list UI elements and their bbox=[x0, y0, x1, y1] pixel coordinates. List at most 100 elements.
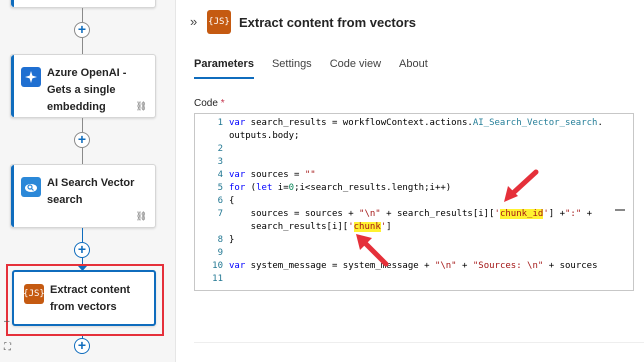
code-line: 5 for (let i=0;i<search_results.length;i+… bbox=[195, 182, 633, 195]
code-token: "\n" bbox=[359, 209, 381, 219]
code-token: var bbox=[229, 170, 246, 180]
line-number: 10 bbox=[212, 261, 223, 271]
link-icon: ⛓ bbox=[135, 211, 147, 221]
annotation-arrow bbox=[356, 234, 389, 267]
tab-settings[interactable]: Settings bbox=[272, 58, 312, 79]
card-title: Azure OpenAI - Gets a single embedding bbox=[47, 67, 127, 113]
code-token: var bbox=[229, 261, 246, 271]
code-token: + bbox=[456, 261, 473, 271]
connector-line bbox=[82, 118, 83, 132]
code-line: 7 sources = sources + "\n" + search_resu… bbox=[195, 208, 633, 221]
code-line: 11 bbox=[195, 273, 633, 286]
tab-about[interactable]: About bbox=[399, 58, 428, 79]
card-title: AI Search Vector search bbox=[47, 177, 135, 206]
code-token: + sources bbox=[543, 261, 598, 271]
annotation-arrow bbox=[504, 169, 539, 202]
scroll-marker bbox=[615, 209, 625, 211]
code-token: "" bbox=[304, 170, 316, 180]
tab-code-view[interactable]: Code view bbox=[330, 58, 381, 79]
insert-step-button[interactable]: + bbox=[74, 22, 90, 38]
required-marker: * bbox=[220, 98, 225, 109]
code-token: ] bbox=[386, 222, 392, 232]
code-token: ":" bbox=[565, 209, 582, 219]
code-editor[interactable]: 1 var search_results = workflowContext.ac… bbox=[194, 113, 634, 291]
card-accent-bar bbox=[11, 0, 14, 7]
line-number: 8 bbox=[217, 235, 223, 245]
code-token: "\n" bbox=[434, 261, 457, 271]
line-number: 11 bbox=[212, 274, 223, 284]
code-field-label: Code * bbox=[194, 98, 225, 109]
previous-action-card[interactable] bbox=[10, 0, 156, 8]
code-token: AI_Search_Vector_search bbox=[472, 118, 598, 128]
insert-step-button[interactable]: + bbox=[74, 338, 90, 354]
panel-title[interactable]: Extract content from vectors bbox=[239, 15, 416, 30]
panel-tabs: Parameters Settings Code view About bbox=[194, 58, 428, 79]
code-token: for bbox=[229, 183, 246, 193]
code-token: ' bbox=[348, 222, 354, 232]
zoom-out-button[interactable]: – bbox=[4, 316, 10, 327]
connector-line bbox=[82, 38, 83, 54]
code-line: 2 bbox=[195, 143, 633, 156]
collapse-panel-button[interactable]: » bbox=[190, 14, 197, 29]
card-accent-bar bbox=[11, 55, 14, 117]
code-token: search_results[i][ bbox=[229, 222, 349, 232]
insert-step-button[interactable]: + bbox=[74, 132, 90, 148]
code-line: 8} bbox=[195, 234, 633, 247]
code-label-text: Code bbox=[194, 98, 218, 109]
code-token: { bbox=[229, 196, 235, 206]
line-number: 5 bbox=[217, 183, 223, 193]
line-number: 3 bbox=[217, 157, 223, 167]
highlighted-token: chunk bbox=[353, 222, 381, 232]
line-number: 9 bbox=[217, 248, 223, 258]
code-line: 3 bbox=[195, 156, 633, 169]
code-token: var bbox=[229, 118, 246, 128]
code-token: ;i<search_results.length;i++) bbox=[294, 183, 452, 193]
code-token: + bbox=[581, 209, 593, 219]
code-token: sources = bbox=[245, 170, 305, 180]
code-token: let bbox=[256, 183, 273, 193]
card-title: Extract content from vectors bbox=[50, 284, 131, 313]
extract-content-card[interactable]: {JS} Extract content from vectors bbox=[12, 270, 156, 326]
search-cloud-icon bbox=[21, 177, 41, 197]
code-token: . bbox=[597, 118, 603, 128]
code-line: 10 var system_message = system_message + … bbox=[195, 260, 633, 273]
code-token: i= bbox=[272, 183, 289, 193]
js-icon: {JS} bbox=[207, 10, 231, 34]
code-token: outputs.body; bbox=[229, 131, 300, 141]
ai-search-vector-card[interactable]: AI Search Vector search ⛓ bbox=[10, 164, 156, 228]
azure-openai-embedding-card[interactable]: Azure OpenAI - Gets a single embedding ⛓ bbox=[10, 54, 156, 118]
openai-icon bbox=[21, 67, 41, 87]
code-token: ( bbox=[245, 183, 257, 193]
line-number: 2 bbox=[217, 144, 223, 154]
line-number: 4 bbox=[217, 170, 223, 180]
fit-view-button[interactable]: ⛶ bbox=[4, 342, 11, 353]
js-icon: {JS} bbox=[23, 284, 45, 304]
panel-divider bbox=[194, 342, 644, 343]
code-token: + search_results[i][ bbox=[380, 209, 495, 219]
code-token: "Sources: \n" bbox=[472, 261, 544, 271]
code-line: search_results[i]['chunk'] bbox=[195, 221, 633, 234]
action-details-panel: » {JS} Extract content from vectors Para… bbox=[182, 0, 644, 362]
code-token: search_results = workflowContext.actions… bbox=[245, 118, 473, 128]
code-line: 4 var sources = "" bbox=[195, 169, 633, 182]
code-token: sources = sources + bbox=[229, 209, 360, 219]
connector-line bbox=[82, 228, 83, 242]
workflow-canvas[interactable]: + Azure OpenAI - Gets a single embedding… bbox=[0, 0, 176, 362]
line-number: 6 bbox=[217, 196, 223, 206]
line-number: 1 bbox=[217, 118, 223, 128]
link-icon: ⛓ bbox=[135, 101, 147, 111]
insert-step-button[interactable]: + bbox=[74, 242, 90, 258]
code-token: ] + bbox=[548, 209, 565, 219]
line-number: 7 bbox=[217, 209, 223, 219]
connector-line bbox=[82, 148, 83, 164]
code-token: system_message = system_message + bbox=[245, 261, 435, 271]
connector-line bbox=[82, 8, 83, 22]
code-line: outputs.body; bbox=[195, 130, 633, 143]
code-line: 1 var search_results = workflowContext.ac… bbox=[195, 117, 633, 130]
card-accent-bar bbox=[11, 165, 14, 227]
tab-parameters[interactable]: Parameters bbox=[194, 58, 254, 79]
code-line: 6{ bbox=[195, 195, 633, 208]
highlighted-token: chunk_id bbox=[499, 209, 544, 219]
code-line: 9 bbox=[195, 247, 633, 260]
code-token: } bbox=[229, 235, 235, 245]
